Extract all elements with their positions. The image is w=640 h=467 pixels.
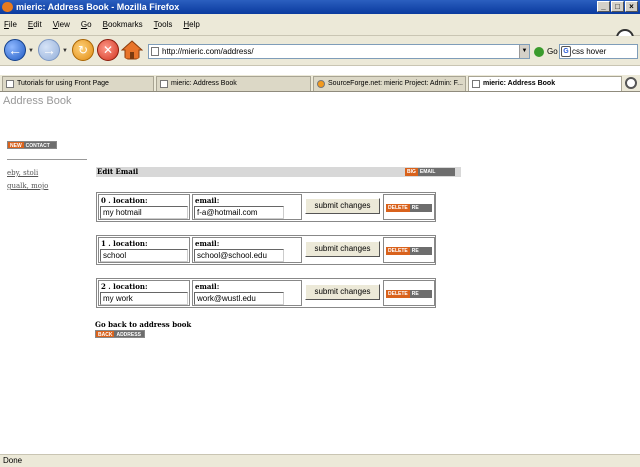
tab-sourceforge[interactable]: SourceForge.net: mieric Project: Admin: … bbox=[313, 76, 466, 91]
email-row: 2 . location: my work email: work@wustl.… bbox=[96, 278, 436, 308]
maximize-button[interactable]: □ bbox=[611, 1, 624, 12]
submit-changes-button[interactable]: submit changes bbox=[305, 284, 380, 300]
menu-file[interactable]: File bbox=[4, 20, 17, 29]
delete-button[interactable]: DELETE RE bbox=[386, 247, 432, 255]
address-dropdown-icon[interactable]: ▼ bbox=[519, 45, 529, 58]
go-label: Go bbox=[547, 47, 558, 56]
google-search-icon[interactable]: G bbox=[561, 46, 571, 57]
email-input[interactable]: f-a@hotmail.com bbox=[194, 206, 284, 219]
location-label: 2 . location: bbox=[101, 282, 148, 291]
email-cell: email: school@school.edu bbox=[192, 237, 302, 263]
menu-help[interactable]: Help bbox=[183, 20, 199, 29]
menu-view[interactable]: View bbox=[53, 20, 70, 29]
email-label: email: bbox=[195, 239, 220, 248]
contact-link[interactable]: gualk, mojo bbox=[7, 182, 48, 190]
location-input[interactable]: my work bbox=[100, 292, 188, 305]
sourceforge-icon bbox=[317, 80, 325, 88]
location-input[interactable]: school bbox=[100, 249, 188, 262]
back-arrow-icon[interactable]: ← bbox=[4, 39, 26, 61]
location-cell: 0 . location: my hotmail bbox=[98, 194, 190, 220]
menu-go[interactable]: Go bbox=[81, 20, 92, 29]
tab-label: SourceForge.net: mieric Project: Admin: … bbox=[328, 80, 463, 87]
reload-icon[interactable]: ↻ bbox=[72, 39, 94, 61]
status-bar: Done bbox=[0, 454, 640, 467]
close-window-button[interactable]: × bbox=[625, 1, 638, 12]
window-controls: _ □ × bbox=[597, 1, 638, 12]
location-input[interactable]: my hotmail bbox=[100, 206, 188, 219]
window-title: mieric: Address Book - Mozilla Firefox bbox=[16, 2, 180, 12]
sidebar-divider bbox=[7, 159, 87, 160]
home-icon[interactable] bbox=[121, 40, 143, 60]
email-row: 1 . location: school email: school@schoo… bbox=[96, 235, 436, 265]
email-input[interactable]: work@wustl.edu bbox=[194, 292, 284, 305]
tab-tutorials[interactable]: Tutorials for using Front Page bbox=[2, 76, 154, 91]
go-arrow-icon bbox=[534, 47, 544, 57]
delete-cell: DELETE RE bbox=[383, 194, 435, 220]
tab-label: Tutorials for using Front Page bbox=[17, 80, 109, 87]
menu-bookmarks[interactable]: Bookmarks bbox=[103, 20, 143, 29]
location-label: 1 . location: bbox=[101, 239, 148, 248]
location-cell: 2 . location: my work bbox=[98, 280, 190, 306]
tab-label: mieric: Address Book bbox=[483, 80, 556, 87]
tab-address-book[interactable]: mieric: Address Book bbox=[156, 76, 311, 91]
tab-page-icon bbox=[6, 80, 14, 88]
email-cell: email: f-a@hotmail.com bbox=[192, 194, 302, 220]
forward-arrow-icon[interactable]: → bbox=[38, 39, 60, 61]
big-email-button[interactable]: BIG EMAIL bbox=[405, 168, 455, 176]
location-cell: 1 . location: school bbox=[98, 237, 190, 263]
go-button[interactable]: Go bbox=[534, 44, 558, 59]
menu-bar: File Edit View Go Bookmarks Tools Help bbox=[0, 14, 640, 47]
page-content: Address Book NEW CONTACT eby, stoli gual… bbox=[0, 93, 640, 454]
submit-changes-button[interactable]: submit changes bbox=[305, 198, 380, 214]
new-contact-button[interactable]: NEW CONTACT bbox=[7, 141, 57, 149]
email-label: email: bbox=[195, 196, 220, 205]
delete-button[interactable]: DELETE RE bbox=[386, 290, 432, 298]
stop-icon[interactable]: ✕ bbox=[97, 39, 119, 61]
submit-changes-button[interactable]: submit changes bbox=[305, 241, 380, 257]
location-label: 0 . location: bbox=[101, 196, 148, 205]
back-to-address-button[interactable]: BACK ADDRESS bbox=[95, 330, 145, 338]
go-back-text: Go back to address book bbox=[95, 320, 192, 329]
tab-page-icon bbox=[472, 80, 480, 88]
back-history-dropdown-icon[interactable]: ▼ bbox=[28, 48, 34, 54]
contact-link[interactable]: eby, stoli bbox=[7, 169, 38, 177]
page-title: Address Book bbox=[3, 95, 72, 107]
email-label: email: bbox=[195, 282, 220, 291]
tab-bar: Tutorials for using Front Page mieric: A… bbox=[0, 75, 640, 92]
firefox-icon bbox=[2, 2, 13, 12]
menu-edit[interactable]: Edit bbox=[28, 20, 42, 29]
window-title-bar: mieric: Address Book - Mozilla Firefox _… bbox=[0, 0, 640, 14]
tab-page-icon bbox=[160, 80, 168, 88]
navigation-toolbar: ← ▼ → ▼ ↻ ✕ http://mieric.com/address/ ▼… bbox=[0, 36, 640, 66]
tab-label: mieric: Address Book bbox=[171, 80, 237, 87]
tab-address-book-active[interactable]: mieric: Address Book bbox=[468, 76, 622, 91]
close-tab-icon[interactable] bbox=[625, 77, 637, 89]
delete-button[interactable]: DELETE RE bbox=[386, 204, 432, 212]
status-text: Done bbox=[3, 456, 23, 465]
delete-cell: DELETE RE bbox=[383, 237, 435, 263]
delete-cell: DELETE RE bbox=[383, 280, 435, 306]
minimize-button[interactable]: _ bbox=[597, 1, 610, 12]
edit-email-header: Edit Email BIG EMAIL bbox=[96, 167, 461, 177]
address-bar[interactable]: http://mieric.com/address/ ▼ bbox=[148, 44, 530, 59]
page-icon bbox=[151, 47, 159, 56]
forward-history-dropdown-icon[interactable]: ▼ bbox=[62, 48, 68, 54]
address-bar-url: http://mieric.com/address/ bbox=[162, 47, 254, 56]
search-input[interactable]: G css hover bbox=[559, 44, 638, 59]
edit-email-title: Edit Email bbox=[97, 167, 139, 176]
email-cell: email: work@wustl.edu bbox=[192, 280, 302, 306]
search-value: css hover bbox=[572, 47, 607, 56]
menu-tools[interactable]: Tools bbox=[154, 20, 173, 29]
email-row: 0 . location: my hotmail email: f-a@hotm… bbox=[96, 192, 436, 222]
email-input[interactable]: school@school.edu bbox=[194, 249, 284, 262]
